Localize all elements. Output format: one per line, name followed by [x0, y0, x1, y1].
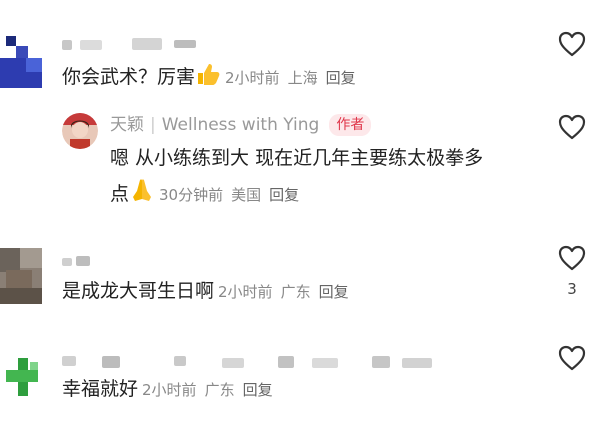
comment-text: 幸福就好 [62, 378, 139, 400]
comment-location: 上海 [287, 69, 318, 87]
avatar[interactable] [0, 354, 42, 404]
comment-text-row: 是成龙大哥生日啊 2小时前 广东 回复 [62, 278, 357, 305]
author-row: 天颖 | Wellness with Ying 作者 [110, 114, 372, 136]
comment-text: 是成龙大哥生日啊 [62, 280, 215, 302]
username-blurred[interactable] [62, 352, 442, 370]
comment-text-row: 你会武术？厉害 2小时前 上海 回复 [62, 62, 364, 93]
username-blurred[interactable] [62, 36, 202, 54]
thumbs-up-icon [195, 62, 221, 93]
comment-location: 广东 [280, 283, 311, 301]
reply-button[interactable]: 回复 [319, 283, 349, 301]
reply-button[interactable]: 回复 [243, 381, 273, 399]
reply-text-line-1: 嗯 从小练练到大 现在近几年主要练太极拳多 [110, 147, 484, 169]
reply-item: 天颖 | Wellness with Ying 作者 嗯 从小练练到大 现在近几年主要… [0, 105, 600, 215]
comment-meta: 2小时前 上海 回复 [225, 69, 364, 87]
comment-time: 2小时前 [225, 69, 280, 87]
author-name[interactable]: 天颖 [110, 115, 144, 135]
comment-text-row: 幸福就好 2小时前 广东 回复 [62, 376, 281, 403]
channel-name[interactable]: Wellness with Ying [162, 115, 320, 135]
comment-time: 2小时前 [218, 283, 273, 301]
reply-button[interactable]: 回复 [269, 186, 299, 204]
reply-text-line-2: 点 [110, 183, 130, 205]
comment-meta: 2小时前 广东 回复 [218, 283, 357, 301]
avatar[interactable] [0, 248, 42, 304]
author-badge: 作者 [329, 114, 372, 136]
praying-hands-icon [129, 177, 155, 210]
comment-time: 2小时前 [142, 381, 197, 399]
like-heart-icon[interactable] [557, 344, 587, 372]
like-heart-icon[interactable] [557, 30, 587, 58]
reply-time: 30分钟前 [159, 186, 224, 204]
like-heart-icon[interactable] [557, 113, 587, 141]
like-count: 3 [567, 280, 577, 298]
comment-item: 你会武术？厉害 2小时前 上海 回复 [0, 0, 600, 105]
author-avatar[interactable] [62, 113, 98, 149]
comment-item: 是成龙大哥生日啊 2小时前 广东 回复 3 [0, 240, 600, 330]
reply-text-row-2: 点 30分钟前 美国 回复 [110, 177, 307, 210]
username-blurred[interactable] [62, 254, 122, 268]
reply-meta: 30分钟前 美国 回复 [159, 186, 307, 204]
avatar[interactable] [0, 30, 42, 90]
like-heart-icon[interactable] [557, 244, 587, 272]
comment-item: 幸福就好 2小时前 广东 回复 [0, 340, 600, 445]
comment-text: 你会武术？厉害 [62, 66, 196, 88]
reply-location: 美国 [231, 186, 262, 204]
reply-button[interactable]: 回复 [326, 69, 356, 87]
comment-location: 广东 [204, 381, 235, 399]
separator: | [150, 115, 156, 135]
comment-meta: 2小时前 广东 回复 [142, 381, 281, 399]
